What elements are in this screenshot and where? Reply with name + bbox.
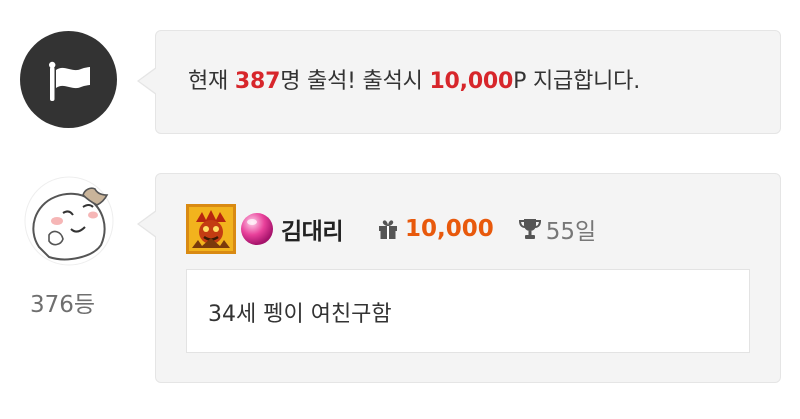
comment-text: 34세 펭이 여친구함 — [208, 302, 392, 327]
gift-icon — [378, 220, 397, 239]
user-info-row: 김대리 10,000 55일 — [186, 204, 596, 254]
user-points: 10,000 — [404, 216, 494, 242]
user-avatar[interactable] — [19, 169, 119, 269]
rank-label: 376등 — [30, 292, 96, 318]
attendance-count: 387 — [234, 69, 281, 94]
attendance-entry-bubble: 김대리 10,000 55일 34세 펭이 여친구함 — [137, 173, 781, 383]
flag-icon — [49, 61, 90, 101]
attendance-days: 55일 — [545, 219, 597, 245]
attendance-comment: 34세 펭이 여친구함 — [186, 269, 750, 353]
user-nickname[interactable]: 김대리 — [281, 212, 343, 246]
level-badge-icon — [186, 204, 236, 254]
attendance-reward-points: 10,000 — [429, 69, 514, 94]
attendance-message-bubble: 현재 387명 출석! 출석시 10,000P 지급합니다. — [137, 30, 781, 134]
trophy-icon — [518, 219, 541, 239]
attendance-message: 현재 387명 출석! 출석시 10,000P 지급합니다. — [188, 69, 641, 94]
attendance-flag-badge — [20, 31, 117, 128]
pink-gem-icon — [241, 213, 273, 245]
